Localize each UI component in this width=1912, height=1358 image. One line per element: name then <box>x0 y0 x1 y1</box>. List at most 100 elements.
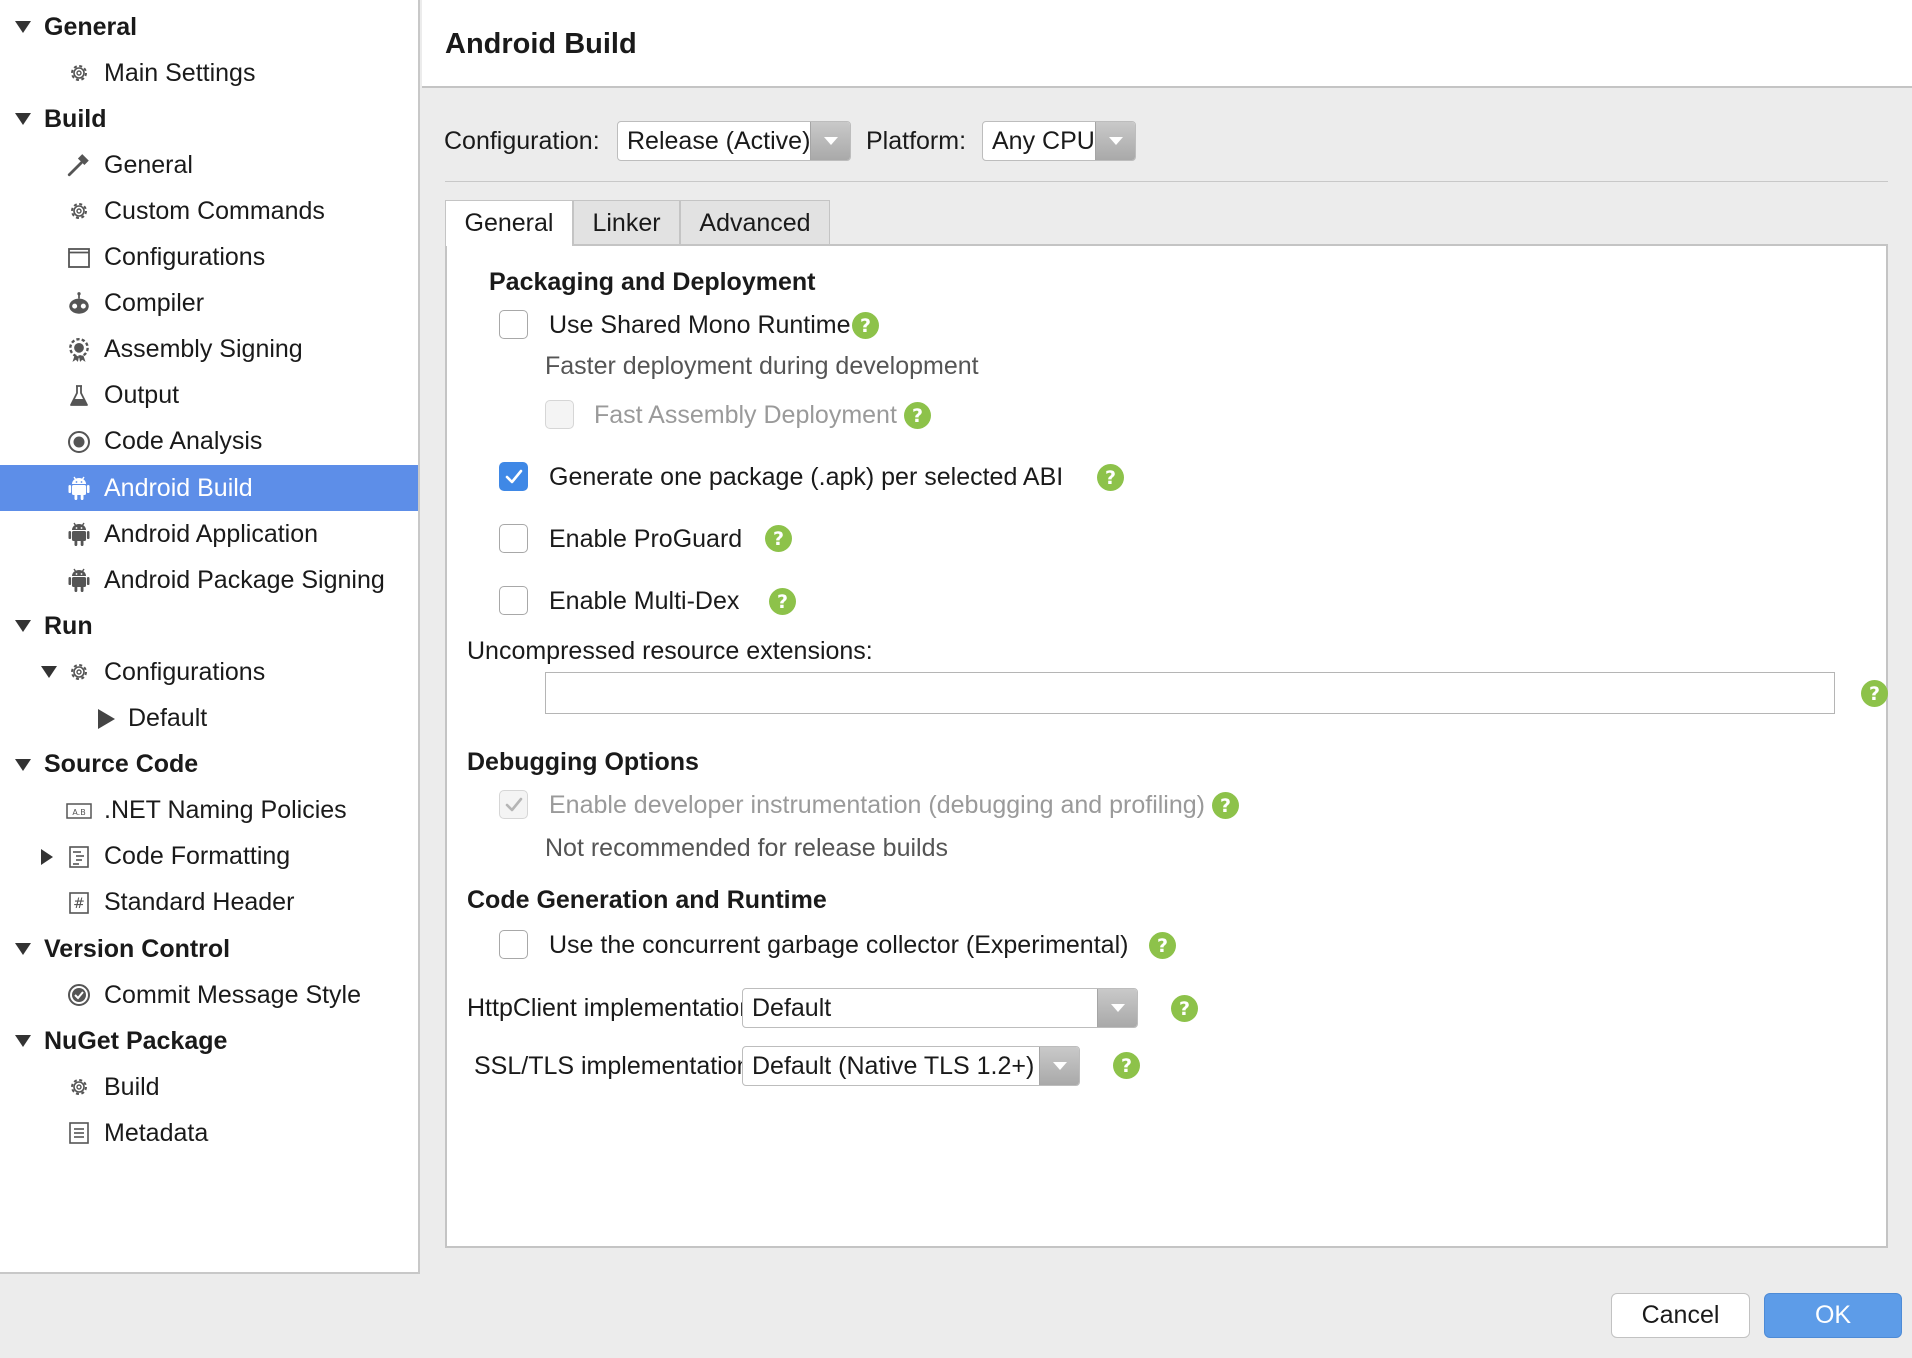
platform-label: Platform: <box>866 127 967 155</box>
httpclient-select[interactable]: Default <box>742 988 1138 1028</box>
sidebar-item-label: Metadata <box>104 1118 209 1147</box>
sidebar-item-general[interactable]: General <box>0 142 418 188</box>
gear-icon <box>66 60 92 86</box>
tab-linker[interactable]: Linker <box>573 200 680 245</box>
sidebar-item-nuget-package[interactable]: NuGet Package <box>0 1018 418 1064</box>
help-icon[interactable]: ? <box>1861 680 1888 707</box>
svg-text:A.B: A.B <box>72 808 85 817</box>
target-icon <box>66 429 92 455</box>
per-abi-checkbox[interactable] <box>499 462 528 491</box>
instrumentation-checkbox[interactable] <box>499 790 528 819</box>
sidebar-item-configurations[interactable]: Configurations <box>0 235 418 281</box>
tab-content: Packaging and Deployment Use Shared Mono… <box>445 244 1888 1248</box>
help-icon[interactable]: ? <box>1212 792 1239 819</box>
sidebar-item-configurations[interactable]: Configurations <box>0 649 418 695</box>
ssl-select[interactable]: Default (Native TLS 1.2+) <box>742 1046 1080 1086</box>
disclosure-expanded-icon[interactable] <box>15 113 31 126</box>
sidebar-item-label: General <box>104 150 193 179</box>
sidebar-item-build[interactable]: Build <box>0 96 418 142</box>
configuration-select[interactable]: Release (Active) <box>617 121 851 161</box>
badge-gear-icon <box>66 337 92 363</box>
sidebar-item-label: Configurations <box>104 243 266 271</box>
naming-icon: A.B <box>66 798 92 824</box>
sidebar-item-label: Version Control <box>44 934 231 963</box>
sidebar-item-label: Commit Message Style <box>104 980 362 1009</box>
disclosure-expanded-icon[interactable] <box>15 758 31 771</box>
uncompressed-extensions-input[interactable] <box>545 672 1835 714</box>
ok-button[interactable]: OK <box>1764 1293 1902 1338</box>
sidebar-item-default[interactable]: Default <box>0 696 418 742</box>
proguard-label: Enable ProGuard <box>549 525 743 553</box>
sidebar-item-label: Android Package Signing <box>104 565 385 594</box>
sidebar-item-android-build[interactable]: Android Build <box>0 465 418 511</box>
sidebar-item-version-control[interactable]: Version Control <box>0 926 418 972</box>
disclosure-expanded-icon[interactable] <box>15 620 31 633</box>
sidebar-item-metadata[interactable]: Metadata <box>0 1110 418 1156</box>
sidebar-item-label: Assembly Signing <box>104 335 303 364</box>
hammer-icon <box>66 152 92 178</box>
disclosure-expanded-icon[interactable] <box>41 666 57 679</box>
android-icon <box>66 567 92 593</box>
shared-runtime-description: Faster deployment during development <box>545 352 979 380</box>
multidex-checkbox[interactable] <box>499 586 528 615</box>
tab-general[interactable]: General <box>445 200 573 246</box>
divider <box>445 181 1888 182</box>
fast-deploy-checkbox[interactable] <box>545 400 574 429</box>
cancel-button[interactable]: Cancel <box>1611 1293 1750 1338</box>
sidebar-item-compiler[interactable]: Compiler <box>0 281 418 327</box>
ssl-value: Default (Native TLS 1.2+) <box>752 1051 1035 1080</box>
disclosure-expanded-icon[interactable] <box>15 21 31 33</box>
sidebar-item-main-settings[interactable]: Main Settings <box>0 50 418 96</box>
configuration-value: Release (Active) <box>627 126 811 155</box>
help-icon[interactable]: ? <box>769 588 796 615</box>
sidebar-item-label: Source Code <box>44 750 199 779</box>
gear-icon <box>66 198 92 224</box>
platform-select[interactable]: Any CPU <box>982 121 1136 161</box>
android-icon <box>66 521 92 547</box>
sidebar-item-label: Code Analysis <box>104 427 263 456</box>
disclosure-expanded-icon[interactable] <box>15 943 31 955</box>
sidebar-item-label: Build <box>104 1072 160 1101</box>
concurrent-gc-checkbox[interactable] <box>499 930 528 959</box>
sidebar-item-label: Compiler <box>104 289 205 318</box>
sidebar-item-custom-commands[interactable]: Custom Commands <box>0 188 418 234</box>
help-icon[interactable]: ? <box>904 402 931 429</box>
disclosure-expanded-icon[interactable] <box>15 1035 31 1048</box>
sidebar-item-commit-message-style[interactable]: Commit Message Style <box>0 972 418 1018</box>
sidebar-item-output[interactable]: Output <box>0 373 418 419</box>
play-icon <box>93 706 119 732</box>
sidebar-item-label: Standard Header <box>104 888 295 917</box>
shared-runtime-checkbox[interactable] <box>499 310 528 339</box>
help-icon[interactable]: ? <box>1113 1052 1140 1079</box>
sidebar-item-android-package-signing[interactable]: Android Package Signing <box>0 557 418 603</box>
ssl-label: SSL/TLS implementation <box>474 1052 751 1080</box>
sidebar-item-standard-header[interactable]: # Standard Header <box>0 880 418 926</box>
sidebar-item-net-naming-policies[interactable]: A.B .NET Naming Policies <box>0 788 418 834</box>
help-icon[interactable]: ? <box>1171 995 1198 1022</box>
help-icon[interactable]: ? <box>1097 464 1124 491</box>
multidex-label: Enable Multi-Dex <box>549 587 740 615</box>
disclosure-collapsed-icon[interactable] <box>41 848 53 865</box>
sidebar-item-assembly-signing[interactable]: Assembly Signing <box>0 327 418 373</box>
sidebar-item-general[interactable]: General <box>0 4 418 50</box>
chevron-down-icon <box>1097 989 1137 1027</box>
debugging-heading: Debugging Options <box>467 748 699 776</box>
sidebar-item-run[interactable]: Run <box>0 603 418 649</box>
sidebar-item-label: Android Application <box>104 519 319 548</box>
sidebar-item-label: NuGet Package <box>44 1026 228 1055</box>
help-icon[interactable]: ? <box>852 312 879 339</box>
sidebar-item-label: Build <box>44 104 107 133</box>
fast-deploy-label: Fast Assembly Deployment <box>594 401 897 429</box>
help-icon[interactable]: ? <box>1149 932 1176 959</box>
sidebar-item-label: Run <box>44 611 93 640</box>
proguard-checkbox[interactable] <box>499 524 528 553</box>
help-icon[interactable]: ? <box>765 525 792 552</box>
sidebar-item-build[interactable]: Build <box>0 1064 418 1110</box>
sidebar-item-code-analysis[interactable]: Code Analysis <box>0 419 418 465</box>
sidebar-item-source-code[interactable]: Source Code <box>0 742 418 788</box>
tab-advanced[interactable]: Advanced <box>680 200 830 245</box>
sidebar-item-android-application[interactable]: Android Application <box>0 511 418 557</box>
per-abi-label: Generate one package (.apk) per selected… <box>549 463 1064 491</box>
sidebar-item-code-formatting[interactable]: Code Formatting <box>0 834 418 880</box>
document-format-icon <box>66 844 92 870</box>
